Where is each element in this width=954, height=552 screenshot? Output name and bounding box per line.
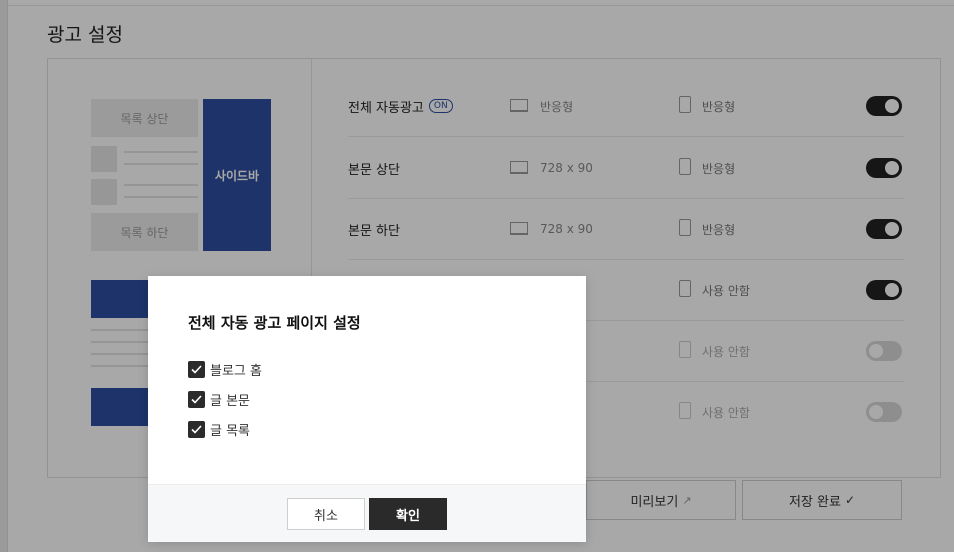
checkbox-blog-home[interactable] — [188, 360, 205, 378]
option-label: 글 목록 — [210, 423, 251, 439]
confirm-button[interactable]: 확인 — [369, 498, 447, 530]
auto-ad-page-settings-dialog: 전체 자동 광고 페이지 설정 블로그 홈 글 본문 글 목록 취소 확인 — [148, 276, 586, 542]
check-icon — [191, 424, 202, 434]
dialog-footer: 취소 확인 — [148, 484, 586, 542]
option-post-body[interactable]: 글 본문 — [188, 390, 251, 409]
cancel-button[interactable]: 취소 — [287, 498, 365, 530]
option-post-list[interactable]: 글 목록 — [188, 420, 251, 439]
checkbox-post-list[interactable] — [188, 420, 205, 438]
option-label: 블로그 홈 — [210, 363, 262, 379]
dialog-title: 전체 자동 광고 페이지 설정 — [188, 314, 361, 332]
checkbox-post-body[interactable] — [188, 390, 205, 408]
option-label: 글 본문 — [210, 393, 251, 409]
option-blog-home[interactable]: 블로그 홈 — [188, 360, 262, 379]
check-icon — [191, 364, 202, 374]
check-icon — [191, 394, 202, 404]
